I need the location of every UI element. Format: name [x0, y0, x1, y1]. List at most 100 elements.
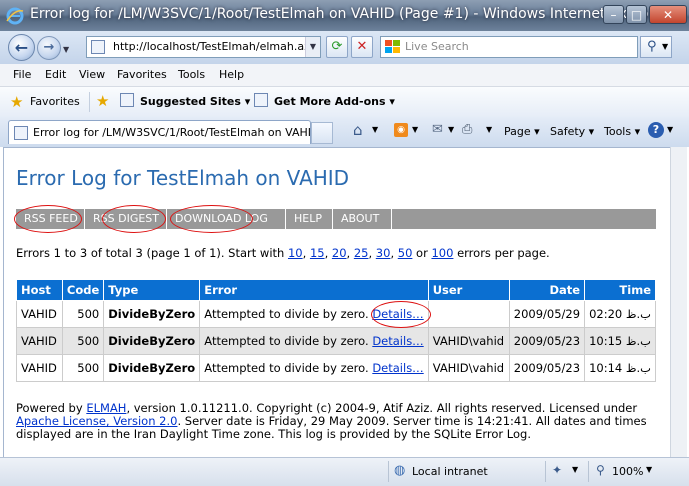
favorites-bar: ★ Favorites ★ Suggested Sites ▾ Get More… — [0, 87, 689, 118]
page-size-link[interactable]: 20 — [332, 246, 347, 260]
zoom-level[interactable]: 100% — [612, 465, 643, 478]
page-title: Error Log for TestElmah on VAHID — [16, 166, 350, 190]
tab-row: Error log for /LM/W3SVC/1/Root/TestElmah… — [0, 117, 689, 147]
column-header-code: Code — [61, 279, 105, 301]
tab-active[interactable]: Error log for /LM/W3SVC/1/Root/TestElmah… — [8, 120, 321, 144]
minimize-button[interactable]: – — [603, 5, 624, 24]
code-cell: 500 — [61, 300, 105, 328]
get-addons-button[interactable]: Get More Add-ons ▾ — [274, 95, 395, 108]
error-message: Attempted to divide by zero. — [204, 361, 369, 375]
mail-icon[interactable]: ✉ — [432, 122, 443, 137]
menu-edit[interactable]: Edit — [45, 68, 66, 81]
divider — [588, 461, 589, 482]
favorites-star-icon: ★ — [10, 93, 24, 111]
help-chevron-icon[interactable]: ▼ — [667, 125, 673, 134]
summary-text: Errors 1 to 3 of total 3 (page 1 of 1). … — [16, 246, 288, 260]
help-icon[interactable]: ? — [648, 122, 664, 138]
help-link[interactable]: HELP — [286, 209, 333, 229]
date-cell: 2009/05/23 — [508, 327, 586, 355]
column-header-user: User — [427, 279, 510, 301]
protected-mode-chevron-icon[interactable]: ▼ — [572, 465, 578, 474]
recent-pages-chevron-icon[interactable]: ▼ — [63, 45, 69, 54]
column-header-type: Type — [103, 279, 201, 301]
window-title: Error log for /LM/W3SVC/1/Root/TestElmah… — [30, 6, 669, 22]
suggested-sites-button[interactable]: Suggested Sites ▾ — [140, 95, 250, 108]
forward-arrow-icon: → — [43, 40, 55, 55]
elmah-link[interactable]: ELMAH — [86, 401, 126, 415]
new-tab-button[interactable] — [311, 122, 333, 144]
favorites-button[interactable]: Favorites — [30, 95, 80, 108]
user-cell — [427, 300, 510, 328]
zoom-icon[interactable]: ⚲ — [596, 463, 605, 477]
forward-button[interactable]: → — [37, 36, 61, 60]
page-size-link[interactable]: 25 — [354, 246, 369, 260]
search-input[interactable]: Live Search — [405, 40, 469, 53]
details-link[interactable]: Details… — [372, 361, 423, 375]
page-size-link[interactable]: 15 — [310, 246, 325, 260]
stop-button[interactable]: ✕ — [351, 36, 373, 58]
page-size-link[interactable]: 50 — [398, 246, 413, 260]
print-icon[interactable]: ⎙ — [462, 122, 472, 137]
address-toolbar: ← → ▼ http://localhost/TestElmah/elmah.a… — [0, 31, 689, 64]
menu-favorites[interactable]: Favorites — [117, 68, 167, 81]
page-size-link[interactable]: 30 — [376, 246, 391, 260]
rss-feed-link[interactable]: RSS FEED — [16, 209, 85, 229]
refresh-icon: ⟳ — [331, 39, 343, 54]
address-url[interactable]: http://localhost/TestElmah/elmah.axd — [113, 40, 318, 53]
type-cell: DivideByZero — [103, 354, 201, 382]
page-size-link[interactable]: 10 — [288, 246, 303, 260]
divider — [388, 461, 389, 482]
home-chevron-icon[interactable]: ▼ — [372, 125, 378, 134]
error-cell: Attempted to divide by zero. Details… — [199, 327, 429, 355]
time-cell: 10:15 ب.ظ — [584, 327, 656, 355]
security-zone: Local intranet — [412, 465, 488, 478]
about-link[interactable]: ABOUT — [333, 209, 392, 229]
details-link[interactable]: Details… — [372, 307, 423, 321]
address-bar[interactable]: http://localhost/TestElmah/elmah.axd ▼ — [86, 36, 321, 58]
zoom-chevron-icon[interactable]: ▼ — [646, 465, 652, 474]
search-options-chevron-icon: ▼ — [662, 42, 669, 51]
address-dropdown-icon[interactable]: ▼ — [305, 37, 320, 57]
details-link[interactable]: Details… — [372, 334, 423, 348]
error-message: Attempted to divide by zero. — [204, 334, 369, 348]
menu-view[interactable]: View — [79, 68, 105, 81]
search-button[interactable]: ⚲ ▼ — [640, 36, 672, 58]
home-icon[interactable]: ⌂ — [353, 121, 363, 139]
magnifier-icon: ⚲ — [647, 39, 657, 54]
back-button[interactable]: ← — [8, 34, 35, 61]
host-cell: VAHID — [16, 300, 63, 328]
intranet-globe-icon: ◍ — [394, 463, 406, 478]
page-size-link[interactable]: 100 — [431, 246, 453, 260]
feeds-chevron-icon[interactable]: ▼ — [412, 125, 418, 134]
rss-digest-link[interactable]: RSS DIGEST — [85, 209, 167, 229]
column-header-host: Host — [16, 279, 63, 301]
download-log-link[interactable]: DOWNLOAD LOG — [167, 209, 286, 229]
menu-file[interactable]: File — [13, 68, 31, 81]
maximize-button[interactable]: □ — [626, 5, 647, 24]
table-row: VAHID 500 DivideByZero Attempted to divi… — [16, 354, 656, 382]
menu-tools[interactable]: Tools — [178, 68, 205, 81]
license-link[interactable]: Apache License, Version 2.0 — [16, 414, 177, 428]
vertical-scrollbar[interactable] — [670, 147, 687, 457]
print-chevron-icon[interactable]: ▼ — [486, 125, 492, 134]
tools-menu-button[interactable]: Tools ▾ — [604, 125, 640, 138]
type-cell: DivideByZero — [103, 327, 201, 355]
close-button[interactable]: ✕ — [649, 5, 687, 24]
column-header-error: Error — [199, 279, 429, 301]
add-favorites-star-icon[interactable]: ★ — [96, 92, 109, 110]
stop-icon: ✕ — [356, 39, 368, 54]
column-header-time: Time — [584, 279, 656, 301]
window-title-bar: Error log for /LM/W3SVC/1/Root/TestElmah… — [0, 0, 689, 31]
refresh-button[interactable]: ⟳ — [326, 36, 348, 58]
page-menu-button[interactable]: Page ▾ — [504, 125, 540, 138]
host-cell: VAHID — [16, 354, 63, 382]
menu-help[interactable]: Help — [219, 68, 244, 81]
divider — [89, 92, 90, 112]
time-cell: 02:20 ب.ظ — [584, 300, 656, 328]
summary-suffix: errors per page. — [453, 246, 550, 260]
mail-chevron-icon[interactable]: ▼ — [448, 125, 454, 134]
safety-menu-button[interactable]: Safety ▾ — [550, 125, 594, 138]
search-box[interactable]: Live Search — [380, 36, 638, 58]
rss-feed-icon[interactable]: ◉ — [394, 123, 408, 137]
protected-mode-icon[interactable]: ✦ — [552, 463, 562, 477]
